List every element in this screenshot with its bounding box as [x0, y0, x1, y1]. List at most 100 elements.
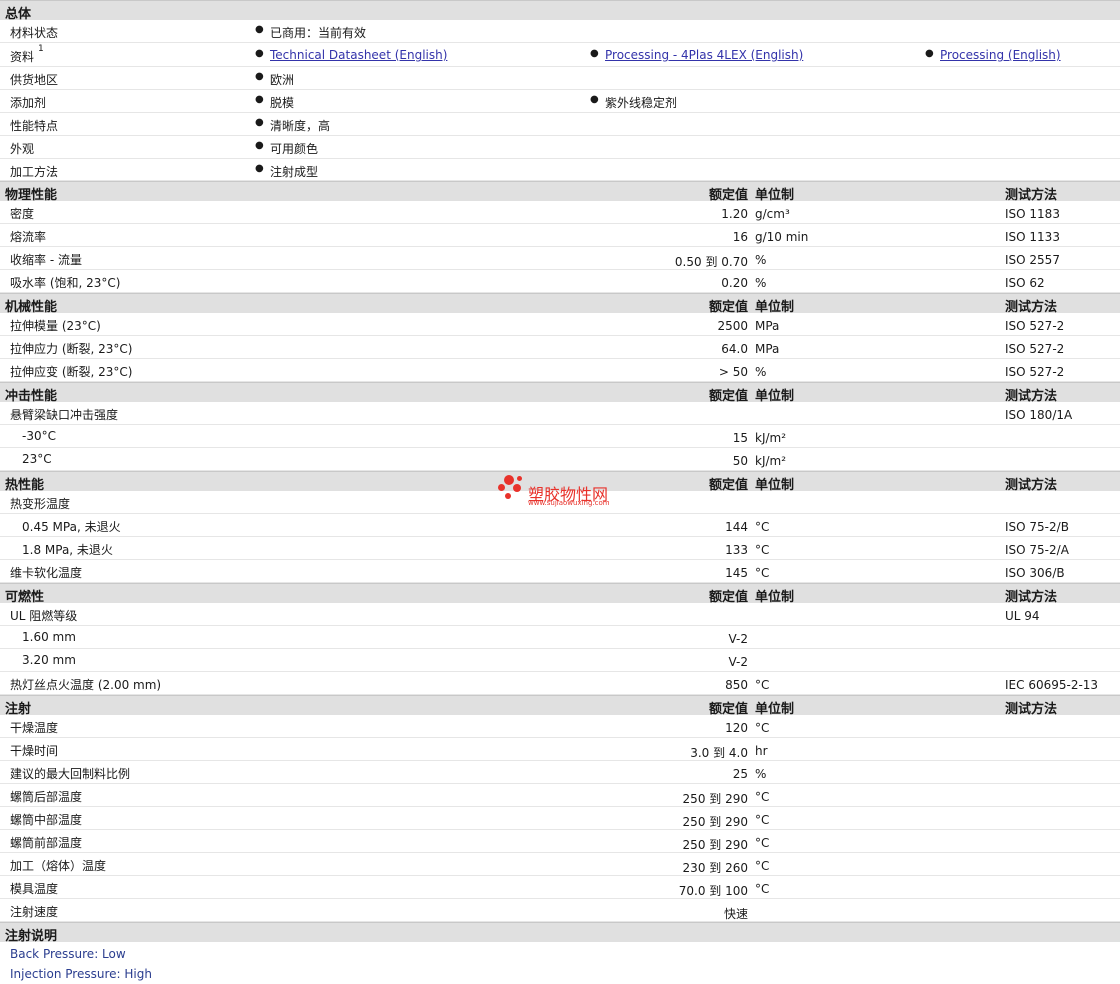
- property-row: 1.60 mm V-2: [0, 626, 1120, 649]
- bullet-icon: ●: [255, 24, 264, 35]
- property-method: ISO 1133: [1005, 230, 1060, 244]
- row-label: 性能特点: [10, 119, 59, 133]
- property-unit: °C: [755, 859, 770, 873]
- property-row: 干燥温度 120 °C: [0, 715, 1120, 738]
- link-technical-datasheet[interactable]: Technical Datasheet (English): [270, 48, 447, 62]
- property-label: 干燥时间: [10, 744, 59, 758]
- note-line: Injection Pressure: High: [10, 967, 152, 981]
- property-method: ISO 527-2: [1005, 365, 1065, 379]
- bullet-icon: ●: [590, 48, 599, 59]
- general-row-status: 材料状态 ● 已商用：当前有效: [0, 20, 1120, 43]
- property-row: 0.45 MPa, 未退火 144 °C ISO 75-2/B: [0, 514, 1120, 537]
- property-method: ISO 180/1A: [1005, 408, 1073, 422]
- property-value: 2500: [717, 319, 748, 333]
- section-flammability-header: 可燃性 额定值 单位制 测试方法: [0, 583, 1120, 605]
- property-unit: hr: [755, 744, 768, 758]
- link-processing-4plas[interactable]: Processing - 4Plas 4LEX (English): [605, 48, 803, 62]
- property-label: 3.20 mm: [22, 653, 76, 667]
- row-label: 资料: [10, 50, 35, 64]
- property-label: 悬臂梁缺口冲击强度: [10, 408, 119, 422]
- property-row: 建议的最大回制料比例 25%: [0, 761, 1120, 784]
- property-method: UL 94: [1005, 609, 1040, 623]
- property-label: 螺筒中部温度: [10, 813, 83, 827]
- property-row: -30°C 15 kJ/m²: [0, 425, 1120, 448]
- property-value: 快速: [723, 907, 748, 921]
- link-processing[interactable]: Processing (English): [940, 48, 1061, 62]
- bullet-icon: ●: [255, 163, 264, 174]
- property-unit: %: [755, 253, 767, 267]
- watermark-logo: 塑胶物性网 www.sujiaowuxing.com: [498, 473, 628, 509]
- property-row: 螺筒中部温度 250 到 290 °C: [0, 807, 1120, 830]
- property-label: 1.60 mm: [22, 630, 76, 644]
- row-item: 注射成型: [270, 165, 319, 179]
- property-unit: °C: [755, 520, 770, 534]
- property-unit: g/10 min: [755, 230, 809, 244]
- property-unit: °C: [755, 543, 770, 557]
- property-value: 144: [725, 520, 748, 534]
- property-value: 0.20: [721, 276, 748, 290]
- property-unit: MPa: [755, 342, 780, 356]
- property-row: 23°C 50 kJ/m²: [0, 448, 1120, 471]
- property-label: 热变形温度: [10, 497, 71, 511]
- property-value: 250 到 290: [682, 815, 748, 829]
- property-method: ISO 527-2: [1005, 319, 1065, 333]
- property-row: 注射速度 快速: [0, 899, 1120, 922]
- property-unit: %: [755, 767, 767, 781]
- property-unit: %: [755, 365, 767, 379]
- property-row: 拉伸应变 (断裂, 23°C) > 50% ISO 527-2: [0, 359, 1120, 382]
- section-injection-header: 注射 额定值 单位制 测试方法: [0, 695, 1120, 717]
- row-label: 供货地区: [10, 73, 59, 87]
- property-value: > 50: [718, 365, 748, 379]
- property-row: 悬臂梁缺口冲击强度 ISO 180/1A: [0, 402, 1120, 425]
- bullet-icon: ●: [255, 48, 264, 59]
- section-notes-header: 注射说明: [0, 922, 1120, 944]
- property-method: ISO 2557: [1005, 253, 1060, 267]
- row-label: 添加剂: [10, 96, 47, 110]
- property-label: 拉伸应变 (断裂, 23°C): [10, 365, 133, 379]
- property-value: 1.20: [721, 207, 748, 221]
- property-label: 0.45 MPa, 未退火: [22, 520, 121, 534]
- property-row: 1.8 MPa, 未退火 133 °C ISO 75-2/A: [0, 537, 1120, 560]
- general-row-docs: 资料 1 ● Technical Datasheet (English) ● P…: [0, 43, 1120, 67]
- property-value: 3.0 到 4.0: [690, 746, 748, 760]
- property-unit: kJ/m²: [755, 454, 787, 468]
- row-item: 紫外线稳定剂: [605, 96, 678, 110]
- row-item: 脱模: [270, 96, 295, 110]
- property-label: 热灯丝点火温度 (2.00 mm): [10, 678, 162, 692]
- property-row: 吸水率 (饱和, 23°C) 0.20% ISO 62: [0, 270, 1120, 293]
- property-label: UL 阻燃等级: [10, 609, 78, 623]
- row-label: 加工方法: [10, 165, 59, 179]
- property-row: 热灯丝点火温度 (2.00 mm) 850 °C IEC 60695-2-13: [0, 672, 1120, 695]
- row-item: 欧洲: [270, 73, 295, 87]
- property-method: ISO 62: [1005, 276, 1045, 290]
- property-row: 熔流率 16 g/10 min ISO 1133: [0, 224, 1120, 247]
- row-item: 可用颜色: [270, 142, 319, 156]
- section-impact-header: 冲击性能 额定值 单位制 测试方法: [0, 382, 1120, 404]
- property-label: 干燥温度: [10, 721, 59, 735]
- property-method: ISO 75-2/B: [1005, 520, 1069, 534]
- property-label: 螺筒后部温度: [10, 790, 83, 804]
- property-value: 50: [732, 454, 748, 468]
- bullet-icon: ●: [255, 71, 264, 82]
- property-row: 密度 1.20 g/cm³ ISO 1183: [0, 201, 1120, 224]
- property-row: 螺筒后部温度 250 到 290 °C: [0, 784, 1120, 807]
- property-label: 收缩率 - 流量: [10, 253, 82, 267]
- property-value: 64.0: [721, 342, 748, 356]
- property-value: 0.50 到 0.70: [674, 255, 748, 269]
- general-row-processing: 加工方法 ● 注射成型: [0, 159, 1120, 181]
- property-label: 1.8 MPa, 未退火: [22, 543, 113, 557]
- property-row: 拉伸应力 (断裂, 23°C) 64.0 MPa ISO 527-2: [0, 336, 1120, 359]
- property-value: 15: [732, 431, 748, 445]
- watermark-url: www.sujiaowuxing.com: [528, 499, 610, 507]
- section-title: 注射说明: [5, 929, 58, 944]
- property-row: 模具温度 70.0 到 100 °C: [0, 876, 1120, 899]
- property-label: 螺筒前部温度: [10, 836, 83, 850]
- property-label: 吸水率 (饱和, 23°C): [10, 276, 121, 290]
- property-label: 模具温度: [10, 882, 59, 896]
- property-method: IEC 60695-2-13: [1005, 678, 1099, 692]
- property-label: 维卡软化温度: [10, 566, 83, 580]
- property-label: 建议的最大回制料比例: [10, 767, 131, 781]
- property-unit: %: [755, 276, 767, 290]
- property-value: 250 到 290: [682, 838, 748, 852]
- section-physical-header: 物理性能 额定值 单位制 测试方法: [0, 181, 1120, 203]
